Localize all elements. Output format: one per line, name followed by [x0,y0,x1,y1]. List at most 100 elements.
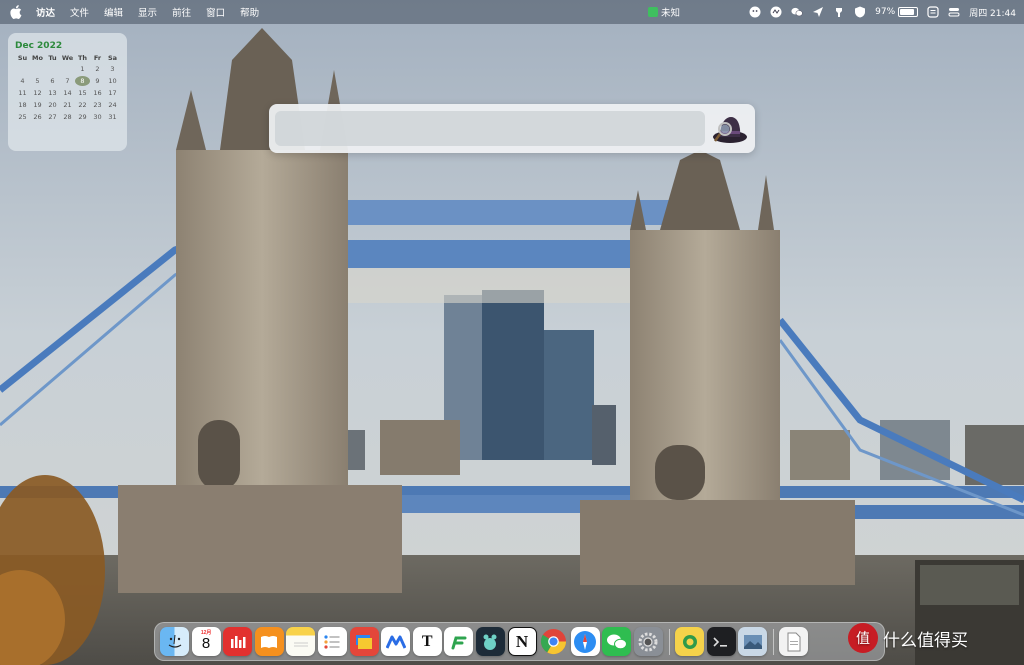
notion-n-letter: N [515,631,529,651]
calendar-day[interactable]: 3 [105,64,120,74]
center-status-item[interactable]: 未知 [648,0,680,24]
clipboard-icon[interactable] [927,6,939,18]
calendar-day[interactable]: 17 [105,88,120,98]
control-center-icon[interactable] [948,6,960,18]
smzdm-logo-badge: 值 [848,623,878,653]
dock-calendar[interactable]: 12月 8 [191,627,221,656]
calendar-day-today[interactable]: 8 [75,76,90,86]
calendar-day[interactable]: 30 [90,112,105,122]
calendar-day[interactable]: 31 [105,112,120,122]
dock-separator-2 [772,628,774,655]
calendar-empty-cell [45,64,60,74]
terminal-icon [713,636,728,647]
calendar-day[interactable]: 21 [60,100,75,110]
network-monitor-icon[interactable] [770,6,782,18]
dock-finder[interactable] [160,627,189,656]
menu-view[interactable]: 显示 [138,5,157,19]
calendar-day[interactable]: 22 [75,100,90,110]
battery-status[interactable]: 97% [875,7,919,17]
qq-icon[interactable] [749,6,761,18]
calendar-day[interactable]: 18 [15,100,30,110]
dock-recent-sparkle[interactable] [675,627,705,656]
dock-lark[interactable] [381,627,411,656]
dock-books[interactable] [254,627,284,656]
document-icon [787,632,801,651]
dock-netease-music[interactable] [223,627,253,656]
desktop-wallpaper [0,0,1024,665]
calendar-day[interactable]: 5 [30,76,45,86]
calendar-weekday: We [61,54,74,62]
dock-typora[interactable]: T [412,627,442,656]
alfred-search-input[interactable] [275,111,705,146]
center-status-text: 未知 [661,8,681,19]
menu-window[interactable]: 窗口 [206,5,225,19]
menu-app-finder[interactable]: 访达 [36,5,55,19]
calendar-day[interactable]: 24 [105,100,120,110]
calendar-empty-cell [30,64,45,74]
menu-help[interactable]: 帮助 [240,5,259,19]
dock-screens[interactable] [475,627,505,656]
dock-preview[interactable] [738,627,768,656]
calendar-day[interactable]: 1 [75,64,90,74]
dock-stickies[interactable] [444,627,474,656]
calendar-day[interactable]: 9 [90,76,105,86]
calendar-day[interactable]: 2 [90,64,105,74]
dock-notion[interactable]: N [507,627,537,656]
dock-terminal[interactable] [706,627,736,656]
list-icon [324,634,340,649]
menu-file[interactable]: 文件 [70,5,89,19]
calendar-day[interactable]: 13 [45,88,60,98]
dock-system-preferences[interactable] [633,627,663,656]
calendar-day[interactable]: 27 [45,112,60,122]
calendar-day[interactable]: 10 [105,76,120,86]
calendar-day[interactable]: 25 [15,112,30,122]
menu-go[interactable]: 前往 [172,5,191,19]
smzdm-watermark-text: 什么值得买 [883,630,968,651]
calendar-day[interactable]: 19 [30,100,45,110]
calendar-weekday: Th [77,54,88,62]
dock-chrome[interactable] [539,627,568,656]
dock-reminders[interactable] [317,627,347,656]
battery-percent: 97% [875,7,896,17]
apple-menu-icon[interactable] [10,5,22,19]
dock-stacks-app[interactable] [349,627,379,656]
wechat-icon[interactable] [791,6,803,18]
calendar-day[interactable]: 23 [90,100,105,110]
calendar-day[interactable]: 4 [15,76,30,86]
dock: 12月 8 T N [154,622,885,661]
calendar-day[interactable]: 6 [45,76,60,86]
calendar-empty-cell [60,64,75,74]
dock-calendar-day: 8 [201,634,211,652]
clock[interactable]: 周四 21:44 [969,6,1016,19]
dock-notes[interactable] [286,627,316,656]
calendar-day[interactable]: 15 [75,88,90,98]
menu-bar: 访达 文件 编辑 显示 前往 窗口 帮助 未知 97% 周四 21:44 [0,0,1024,24]
calendar-day[interactable]: 11 [15,88,30,98]
yellow-app-icon [682,634,697,649]
calendar-grid: Su Mo Tu We Th Fr Sa 1 2 3 4 5 6 7 8 9 10 11 12 13 14 15 16 17 1… [15,54,120,122]
shield-icon[interactable] [854,6,866,18]
send-arrow-icon[interactable] [812,6,824,18]
calendar-widget[interactable]: Dec 2022 Su Mo Tu We Th Fr Sa 1 2 3 4 5 6 7 8 9 10 11 12 13… [8,33,127,151]
cleaner-icon[interactable] [833,6,845,18]
smzdm-logo-text: 值 [856,631,870,647]
chrome-icon [541,628,567,655]
calendar-day[interactable]: 12 [30,88,45,98]
finder-face-icon [168,634,181,648]
calendar-day[interactable]: 26 [30,112,45,122]
calendar-day[interactable]: 29 [75,112,90,122]
book-icon [261,635,278,648]
calendar-day[interactable]: 14 [60,88,75,98]
calendar-day[interactable]: 16 [90,88,105,98]
menu-bar-status-area: 97% 周四 21:44 [749,0,1016,24]
calendar-weekday: Sa [107,54,118,62]
dock-documents-stack[interactable] [779,627,809,656]
calendar-day[interactable]: 20 [45,100,60,110]
stacked-cards-icon [356,634,373,649]
lark-m-icon [385,635,406,649]
dock-safari[interactable] [570,627,600,656]
menu-edit[interactable]: 编辑 [104,5,123,19]
dock-wechat[interactable] [602,627,632,656]
calendar-day[interactable]: 28 [60,112,75,122]
calendar-day[interactable]: 7 [60,76,75,86]
